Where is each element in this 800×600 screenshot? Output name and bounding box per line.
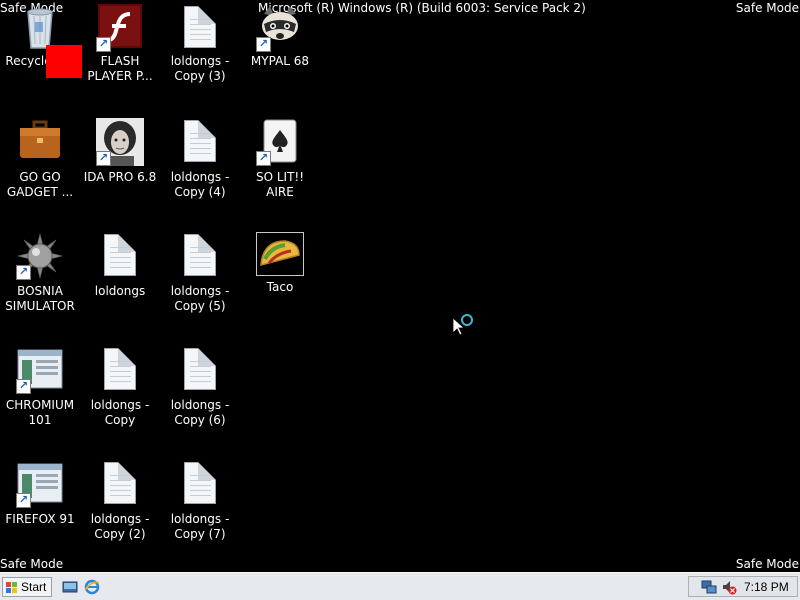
desktop-icon-ida-pro[interactable]: ↗ IDA PRO 6.8 xyxy=(82,118,158,185)
shortcut-arrow-icon: ↗ xyxy=(256,37,271,52)
desktop-icon-label: loldongs - Copy (2) xyxy=(90,512,150,541)
desktop-icon-label: loldongs - Copy (4) xyxy=(170,170,230,199)
text-document-icon xyxy=(176,118,224,166)
desktop-icon-firefox[interactable]: ↗ FIREFOX 91 xyxy=(2,460,78,527)
text-document-icon xyxy=(176,346,224,394)
briefcase-icon xyxy=(16,118,64,166)
desktop-icon-loldongs-copy-3[interactable]: loldongs - Copy (3) xyxy=(162,4,238,84)
desktop-icon-flash-player[interactable]: ↗ FLASH PLAYER P... xyxy=(82,4,158,84)
desktop-icon-label: FIREFOX 91 xyxy=(5,512,75,526)
desktop-icon-loldongs-copy[interactable]: loldongs - Copy xyxy=(82,346,158,428)
desktop-icon-loldongs-copy-5[interactable]: loldongs - Copy (5) xyxy=(162,232,238,314)
desktop-icon-loldongs-copy-7[interactable]: loldongs - Copy (7) xyxy=(162,460,238,542)
desktop-icon-go-go-gadget[interactable]: GO GO GADGET ... xyxy=(2,118,78,200)
raccoon-icon: ↗ xyxy=(256,4,304,52)
flash-player-icon: ↗ xyxy=(96,4,144,52)
desktop-icon-loldongs-copy-4[interactable]: loldongs - Copy (4) xyxy=(162,118,238,200)
desktop-icon-label: MYPAL 68 xyxy=(250,54,310,68)
safe-mode-label-bottom-right: Safe Mode xyxy=(735,557,799,571)
busy-cursor-icon xyxy=(452,314,473,336)
ida-portrait-icon: ↗ xyxy=(96,118,144,166)
app-window-icon: ↗ xyxy=(16,346,64,394)
safe-mode-label-bottom-left: Safe Mode xyxy=(0,557,64,571)
red-square xyxy=(46,45,82,78)
text-document-icon xyxy=(176,4,224,52)
app-window-icon: ↗ xyxy=(16,460,64,508)
desktop-icon-label: loldongs - Copy (3) xyxy=(170,54,230,83)
desktop-icon-label: loldongs - Copy xyxy=(90,398,150,427)
desktop-icon-label: loldongs xyxy=(94,284,146,298)
desktop-icon-label: loldongs - Copy (7) xyxy=(170,512,230,541)
desktop-icon-solitaire[interactable]: ↗ SO LIT!! AIRE xyxy=(242,118,318,200)
taco-icon xyxy=(256,232,304,276)
desktop-icon-label: SO LIT!! AIRE xyxy=(255,170,305,199)
text-document-icon xyxy=(176,460,224,508)
desktop-icon-label: GO GO GADGET ... xyxy=(6,170,74,199)
volume-muted-icon[interactable] xyxy=(721,579,737,595)
desktop-icon-bosnia-simulator[interactable]: ↗ BOSNIA SIMULATOR xyxy=(2,232,78,314)
shortcut-arrow-icon: ↗ xyxy=(16,379,31,394)
start-button[interactable]: Start xyxy=(2,577,52,597)
text-document-icon xyxy=(96,346,144,394)
solitaire-card-icon: ↗ xyxy=(256,118,304,166)
desktop-icon-loldongs[interactable]: loldongs xyxy=(82,232,158,299)
spiked-ball-icon: ↗ xyxy=(16,232,64,280)
clock[interactable]: 7:18 PM xyxy=(744,579,789,595)
show-desktop-icon[interactable] xyxy=(62,579,78,595)
taskbar: Start 7:18 PM xyxy=(0,572,800,600)
shortcut-arrow-icon: ↗ xyxy=(16,265,31,280)
desktop-icon-label: Taco xyxy=(266,280,294,294)
desktop-icon-mypal[interactable]: ↗ MYPAL 68 xyxy=(242,4,318,69)
desktop-icon-label: loldongs - Copy (6) xyxy=(170,398,230,427)
network-icon[interactable] xyxy=(701,579,717,595)
internet-explorer-icon[interactable] xyxy=(84,579,100,595)
desktop-icon-label: IDA PRO 6.8 xyxy=(83,170,157,184)
text-document-icon xyxy=(96,460,144,508)
shortcut-arrow-icon: ↗ xyxy=(16,493,31,508)
shortcut-arrow-icon: ↗ xyxy=(256,151,271,166)
shortcut-arrow-icon: ↗ xyxy=(96,37,111,52)
desktop-icon-taco[interactable]: Taco xyxy=(242,232,318,295)
windows-flag-icon xyxy=(6,582,17,593)
desktop-icon-label: loldongs - Copy (5) xyxy=(170,284,230,313)
text-document-icon xyxy=(96,232,144,280)
desktop-icon-label: BOSNIA SIMULATOR xyxy=(5,284,75,313)
desktop-icon-label: FLASH PLAYER P... xyxy=(87,54,153,83)
shortcut-arrow-icon: ↗ xyxy=(96,151,111,166)
start-label: Start xyxy=(21,580,47,594)
text-document-icon xyxy=(176,232,224,280)
desktop-icon-loldongs-copy-6[interactable]: loldongs - Copy (6) xyxy=(162,346,238,428)
desktop-icon-loldongs-copy-2[interactable]: loldongs - Copy (2) xyxy=(82,460,158,542)
safe-mode-label-top-right: Safe Mode xyxy=(735,1,799,15)
desktop-icon-label: CHROMIUM 101 xyxy=(5,398,75,427)
desktop-icon-chromium[interactable]: ↗ CHROMIUM 101 xyxy=(2,346,78,428)
system-tray: 7:18 PM xyxy=(688,576,798,597)
